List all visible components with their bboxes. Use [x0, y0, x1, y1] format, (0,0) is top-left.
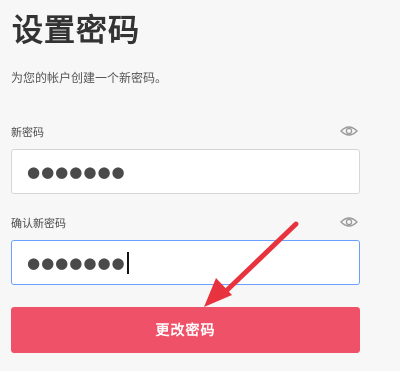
new-password-label: 新密码: [11, 127, 44, 139]
new-password-field[interactable]: ●●●●●●●: [11, 149, 360, 194]
page-subtitle: 为您的帐户创建一个新密码。: [11, 71, 168, 85]
eye-icon[interactable]: [340, 125, 358, 137]
change-password-button[interactable]: 更改密码: [11, 307, 360, 353]
page-title: 设置密码: [12, 13, 140, 48]
new-password-value: ●●●●●●●: [27, 162, 126, 181]
eye-icon[interactable]: [340, 216, 358, 228]
text-caret: [126, 251, 129, 274]
confirm-password-value: ●●●●●●●: [27, 253, 126, 272]
confirm-password-field[interactable]: ●●●●●●●: [11, 240, 360, 285]
confirm-password-label: 确认新密码: [11, 218, 66, 230]
